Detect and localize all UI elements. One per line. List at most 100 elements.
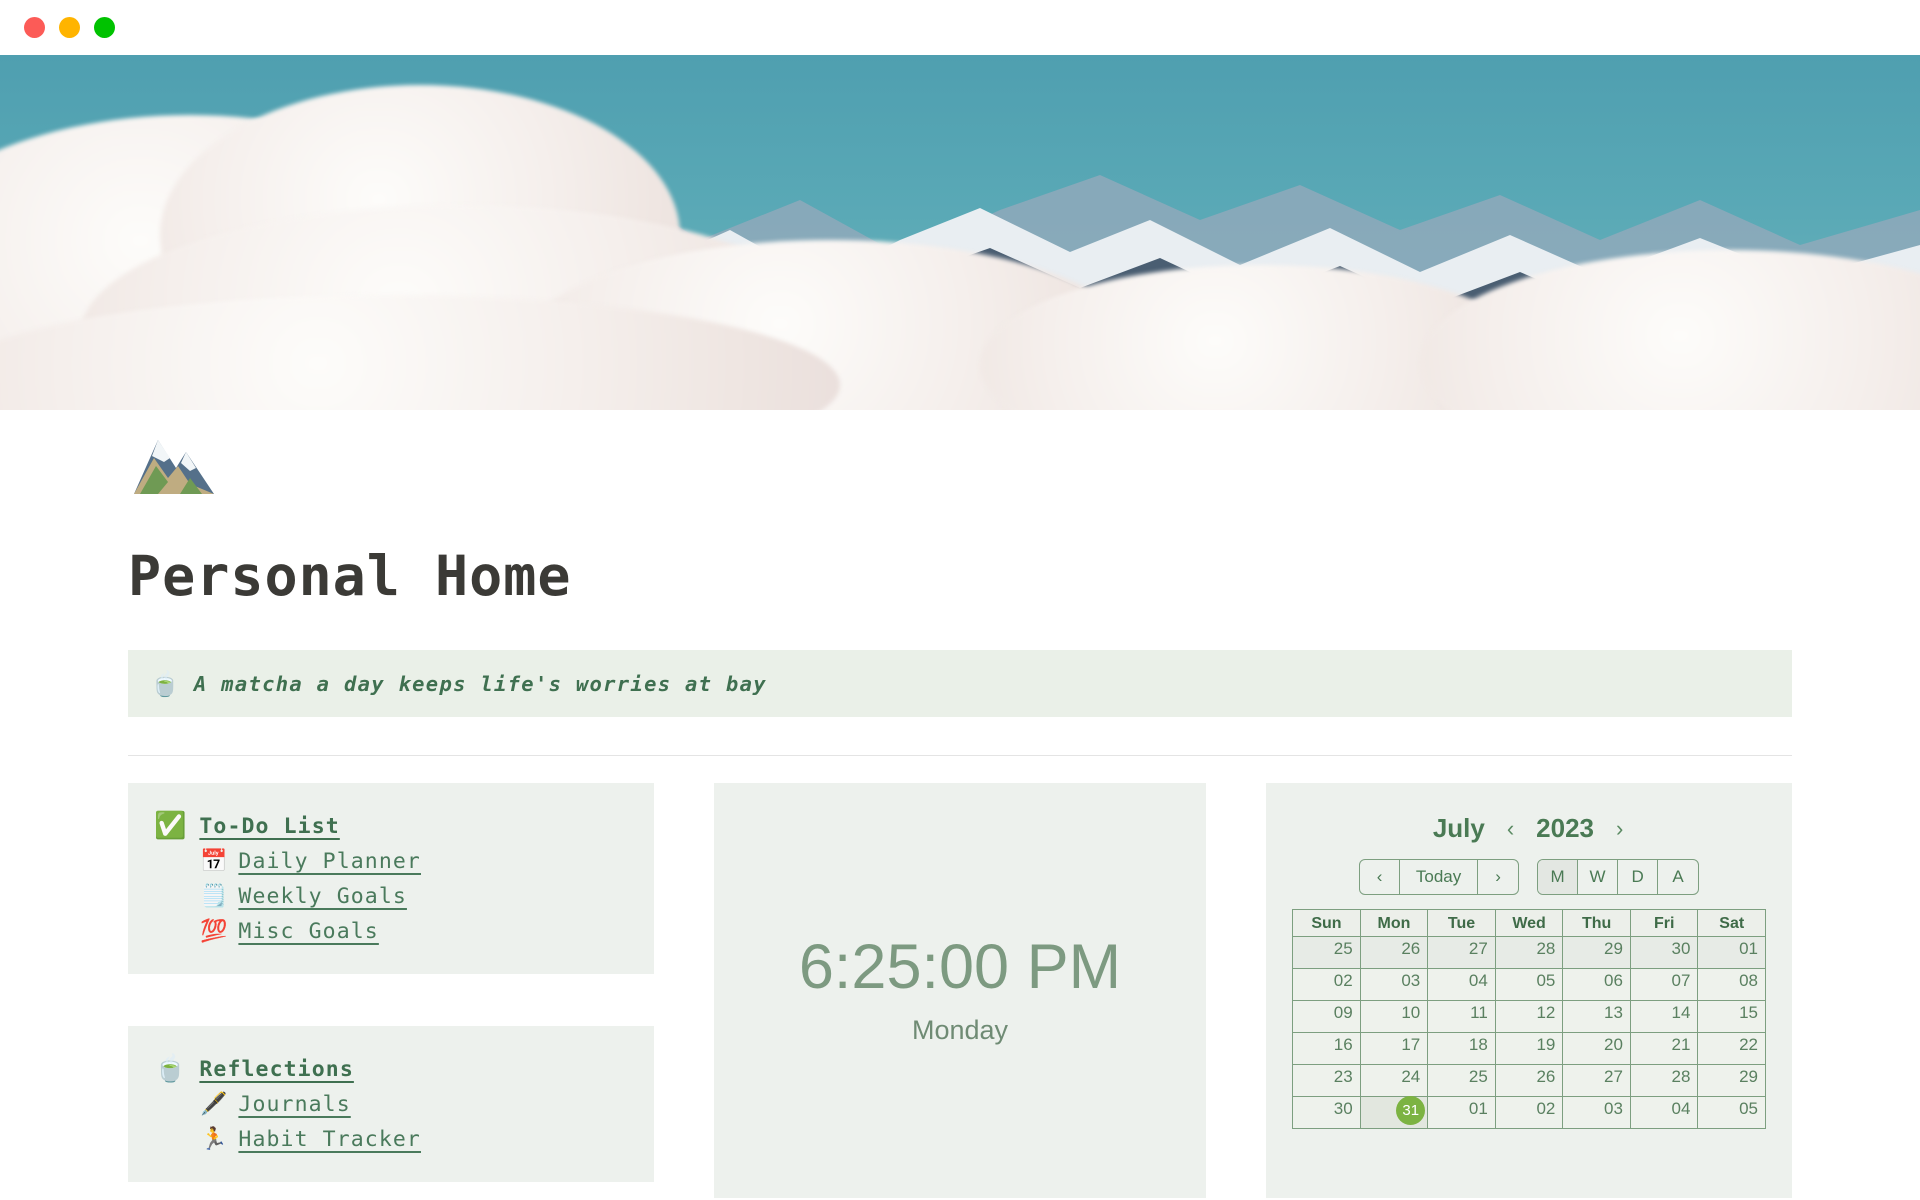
calendar-day-number: 17 (1401, 1035, 1421, 1055)
calendar-day-cell[interactable]: 07 (1630, 969, 1699, 1002)
calendar-day-number: 24 (1401, 1067, 1421, 1087)
calendar-view-day[interactable]: D (1618, 860, 1659, 895)
calendar-day-cell[interactable]: 22 (1698, 1033, 1766, 1066)
calendar-day-cell[interactable]: 29 (1563, 937, 1631, 970)
list-item-habit-tracker[interactable]: 🏃 Habit Tracker (128, 1127, 654, 1152)
calendar-day-cell[interactable]: 08 (1698, 969, 1766, 1002)
calendar-view-month[interactable]: M (1538, 860, 1579, 895)
calendar-day-cell[interactable]: 01 (1698, 937, 1766, 970)
calendar-day-cell[interactable]: 10 (1360, 1001, 1429, 1034)
calendar-day-number: 29 (1739, 1067, 1758, 1087)
calendar-today-button[interactable]: Today (1400, 860, 1479, 895)
calendar-day-number: 08 (1739, 971, 1758, 991)
calendar-day-number: 01 (1468, 1099, 1488, 1119)
calendar-day-number: 25 (1333, 939, 1353, 959)
calendar-day-cell[interactable]: 05 (1698, 1097, 1766, 1130)
maximize-button[interactable] (94, 17, 115, 38)
calendar-day-cell[interactable]: 20 (1563, 1033, 1631, 1066)
calendar-day-cell[interactable]: 06 (1563, 969, 1631, 1002)
close-button[interactable] (24, 17, 45, 38)
calendar-day-cell[interactable]: 04 (1428, 969, 1496, 1002)
list-item-label: Daily Planner (238, 849, 421, 874)
calendar-day-cell[interactable]: 30 (1630, 937, 1699, 970)
calendar-view-week[interactable]: W (1578, 860, 1619, 895)
calendar-prev-button[interactable]: ‹ (1360, 860, 1401, 895)
calendar-day-cell[interactable]: 30 (1293, 1097, 1361, 1130)
calendar-day-cell[interactable]: 29 (1698, 1065, 1766, 1098)
calendar-day-number: 11 (1470, 1003, 1488, 1023)
calendar-day-cell[interactable]: 04 (1630, 1097, 1699, 1130)
calendar-day-cell[interactable]: 28 (1630, 1065, 1699, 1098)
calendar-day-cell[interactable]: 05 (1495, 969, 1564, 1002)
calendar-day-cell[interactable]: 03 (1563, 1097, 1631, 1130)
calendar-day-cell[interactable]: 26 (1360, 937, 1429, 970)
calendar-day-cell[interactable]: 12 (1495, 1001, 1564, 1034)
calendar-day-number: 04 (1671, 1099, 1691, 1119)
calendar-day-cell[interactable]: 03 (1360, 969, 1429, 1002)
calendar-day-number: 27 (1468, 939, 1488, 959)
calendar-day-number: 28 (1671, 1067, 1691, 1087)
calendar-widget: July ‹ 20 23 › ‹ Today › M W D A Sun Mon … (1266, 783, 1792, 1198)
list-item-journals[interactable]: 🖋️ Journals (128, 1092, 654, 1117)
calendar-day-cell[interactable]: 17 (1360, 1033, 1429, 1066)
list-item-label: Weekly Goals (238, 884, 407, 909)
calendar-day-number: 01 (1739, 939, 1758, 959)
calendar-day-cell[interactable]: 02 (1293, 969, 1361, 1002)
reflections-title: Reflections (199, 1056, 354, 1082)
list-item-label: Habit Tracker (238, 1127, 421, 1152)
calendar-day-cell[interactable]: 26 (1495, 1065, 1564, 1098)
chevron-right-icon[interactable]: › (1614, 817, 1625, 840)
calendar-day-cell[interactable]: 15 (1698, 1001, 1766, 1034)
list-item-weekly-goals[interactable]: 🗒️ Weekly Goals (128, 884, 654, 909)
calendar-day-number: 12 (1536, 1003, 1556, 1023)
calendar-day-cell[interactable]: 24 (1360, 1065, 1429, 1098)
calendar-day-cell[interactable]: 25 (1428, 1065, 1496, 1098)
calendar-day-cell[interactable]: 02 (1495, 1097, 1564, 1130)
minimize-button[interactable] (59, 17, 80, 38)
calendar-day-cell[interactable]: 25 (1293, 937, 1361, 970)
matcha-icon: 🍵 (150, 669, 180, 698)
calendar-day-number: 31 (1396, 1096, 1426, 1126)
calendar-day-number: 05 (1739, 1099, 1758, 1119)
calendar-day-cell-today[interactable]: 31 (1360, 1096, 1429, 1130)
calendar-next-button[interactable]: › (1478, 860, 1518, 894)
calendar-day-cell[interactable]: 21 (1630, 1033, 1699, 1066)
list-item-daily-planner[interactable]: 📅 Daily Planner (128, 849, 654, 874)
matcha-icon: 🍵 (154, 1054, 187, 1084)
page-icon[interactable] (128, 422, 220, 500)
calendar-day-cell[interactable]: 16 (1293, 1033, 1361, 1066)
calendar-day-number: 02 (1333, 971, 1353, 991)
calendar-view-toggle: M W D A (1537, 859, 1700, 896)
list-item-misc-goals[interactable]: 💯 Misc Goals (128, 919, 654, 944)
calendar-day-cell[interactable]: 28 (1495, 937, 1564, 970)
calendar-day-cell[interactable]: 27 (1563, 1065, 1631, 1098)
calendar-day-number: 15 (1739, 1003, 1758, 1023)
calendar-day-cell[interactable]: 19 (1495, 1033, 1564, 1066)
calendar-day-number: 16 (1333, 1035, 1353, 1055)
todo-list-header[interactable]: ✅ To-Do List (128, 813, 654, 839)
calendar-day-cell[interactable]: 27 (1428, 937, 1496, 970)
calendar-view-agenda[interactable]: A (1658, 860, 1698, 894)
chevron-left-icon[interactable]: ‹ (1505, 817, 1516, 840)
calendar-day-cell[interactable]: 14 (1630, 1001, 1699, 1034)
calendar-day-header: Tue (1428, 910, 1496, 938)
calendar-day-number: 28 (1536, 939, 1556, 959)
calendar-month-label: July (1432, 813, 1485, 843)
calendar-day-cell[interactable]: 13 (1563, 1001, 1631, 1034)
calendar-day-cell[interactable]: 23 (1293, 1065, 1361, 1098)
mountain-icon (134, 440, 214, 494)
calendar-day-number: 03 (1401, 971, 1421, 991)
calendar-day-cell[interactable]: 11 (1428, 1001, 1496, 1034)
calendar-day-cell[interactable]: 09 (1293, 1001, 1361, 1034)
calendar-day-number: 21 (1671, 1035, 1691, 1055)
calendar-day-cell[interactable]: 18 (1428, 1033, 1496, 1066)
calendar-controls: ‹ Today › M W D A (1292, 859, 1766, 896)
calendar-day-number: 06 (1603, 971, 1623, 991)
quote-text: A matcha a day keeps life's worries at b… (193, 671, 767, 696)
page-content: Personal Home 🍵 A matcha a day keeps lif… (0, 422, 1920, 1200)
calendar-day-number: 22 (1739, 1035, 1758, 1055)
list-item-label: Misc Goals (238, 919, 379, 944)
calendar-day-cell[interactable]: 01 (1428, 1097, 1496, 1130)
todo-list-card: ✅ To-Do List 📅 Daily Planner 🗒️ Weekly G… (128, 783, 654, 974)
reflections-header[interactable]: 🍵 Reflections (128, 1056, 654, 1082)
